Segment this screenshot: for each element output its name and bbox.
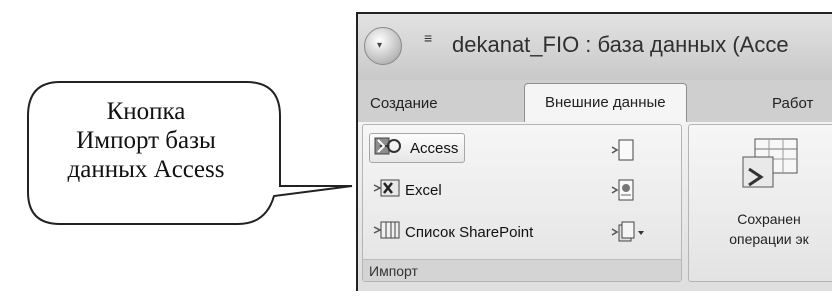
more-import-button[interactable] [611,219,644,245]
access-window: ▾ ≡ dekanat_FIO : база данных (Acce Созд… [356,12,832,291]
orb-arrow-icon: ▾ [377,40,383,51]
more-import-icon [611,221,644,242]
import-sharepoint-label: Список SharePoint [405,223,534,241]
import-excel-label: Excel [405,181,442,199]
callout-line-1: Кнопка [106,98,186,125]
saved-imports-icon[interactable] [739,135,801,200]
access-key-icon [374,135,406,161]
ribbon: Access Excel Список SharePoint Импорт Со… [358,122,832,291]
import-sharepoint-button[interactable]: Список SharePoint [369,217,539,247]
import-access-button[interactable]: Access [369,133,466,163]
tab-create[interactable]: Создание [370,87,438,121]
callout-line-3: данных Access [67,156,225,183]
tab-database-tools[interactable]: Работ [772,87,813,121]
callout-line-2: Импорт базы [76,127,216,154]
import-xml-button[interactable] [611,177,637,203]
saved-imports-label-line-1: Сохранен [737,211,801,227]
import-xml-icon [611,179,634,201]
import-access-label: Access [410,139,459,157]
ribbon-tabs: Создание Внешние данные Работ [358,80,832,123]
sharepoint-list-icon [373,219,401,245]
saved-imports-label-line-2: операции эк [729,231,809,247]
import-text-button[interactable] [611,137,637,163]
import-group-label: Импорт [363,259,681,281]
callout-text: Кнопка Импорт базы данных Access [28,97,264,184]
office-orb-icon[interactable] [364,27,402,65]
saved-imports-label[interactable]: Сохранен операции эк [689,209,832,249]
tab-external-data[interactable]: Внешние данные [524,83,687,123]
import-group: Access Excel Список SharePoint Импорт [362,124,682,282]
import-text-icon [611,139,634,161]
excel-icon [373,177,401,203]
title-bar: ▾ ≡ dekanat_FIO : база данных (Acce [358,14,832,80]
window-title: dekanat_FIO : база данных (Acce [452,32,789,57]
saved-imports-group: Сохранен операции эк [688,124,832,282]
callout-bubble: Кнопка Импорт базы данных Access [0,0,360,291]
dropdown-arrow-icon[interactable]: ≡ [424,30,432,46]
import-excel-button[interactable]: Excel [369,175,448,205]
